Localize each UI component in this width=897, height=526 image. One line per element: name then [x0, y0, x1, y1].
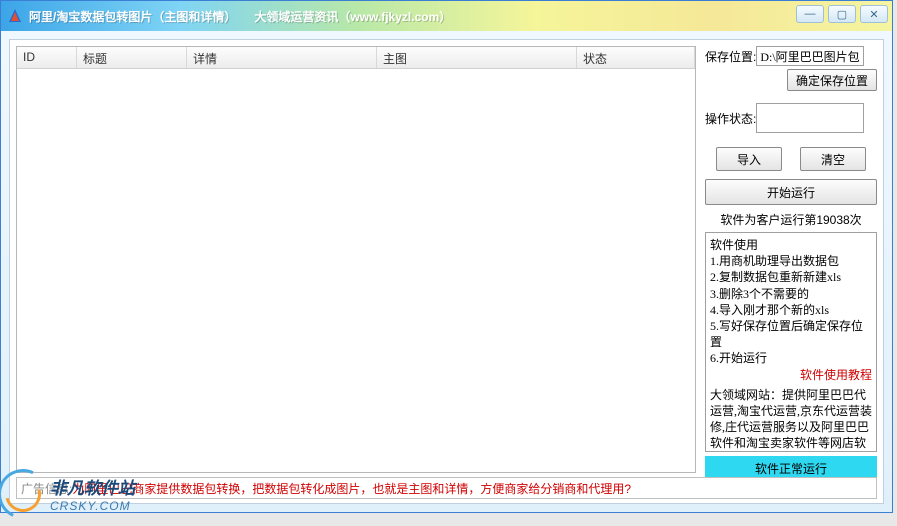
table-header: ID 标题 详情 主图 状态	[17, 47, 695, 69]
app-icon	[7, 8, 23, 24]
tutorial-link[interactable]: 软件使用教程	[710, 367, 872, 383]
run-button[interactable]: 开始运行	[705, 179, 877, 205]
side-panel: 保存位置: 确定保存位置 操作状态: 导入 清空 开始运行 软件为客户运行第19…	[705, 46, 877, 473]
col-title[interactable]: 标题	[77, 47, 187, 68]
footer-ad: 广告信息: 为阿里巴巴商家提供数据包转换，把数据包转化成图片，也就是主图和详情，…	[16, 477, 877, 499]
table-body[interactable]	[17, 69, 695, 472]
confirm-save-button[interactable]: 确定保存位置	[787, 69, 877, 91]
maximize-button[interactable]: ▢	[828, 5, 856, 23]
title-bar[interactable]: 阿里/淘宝数据包转图片（主图和详情） 大领域运营资讯（www.fjkyzl.co…	[1, 1, 892, 31]
action-row: 导入 清空	[705, 147, 877, 171]
window-title: 阿里/淘宝数据包转图片（主图和详情） 大领域运营资讯（www.fjkyzl.co…	[29, 8, 451, 25]
main-area: ID 标题 详情 主图 状态	[16, 46, 696, 473]
import-button[interactable]: 导入	[716, 147, 782, 171]
info-line: 1.用商机助理导出数据包	[710, 253, 872, 269]
clear-button[interactable]: 清空	[800, 147, 866, 171]
op-status-label: 操作状态:	[705, 110, 756, 127]
col-main[interactable]: 主图	[377, 47, 577, 68]
save-path-label: 保存位置:	[705, 48, 756, 65]
run-counter: 软件为客户运行第19038次	[705, 211, 877, 228]
info-title: 软件使用	[710, 237, 872, 253]
info-line: 4.导入刚才那个新的xls	[710, 302, 872, 318]
col-status[interactable]: 状态	[577, 47, 695, 68]
info-line: 5.写好保存位置后确定保存位置	[710, 318, 872, 350]
info-line: 6.开始运行	[710, 350, 872, 366]
close-button[interactable]: ✕	[860, 5, 888, 23]
op-status-row: 操作状态:	[705, 103, 877, 133]
col-id[interactable]: ID	[17, 47, 77, 68]
minimize-button[interactable]: —	[796, 5, 824, 23]
info-body: 大领域网站：提供阿里巴巴代运营,淘宝代运营,京东代运营装修,庄代运营服务以及阿里…	[710, 387, 872, 452]
info-line: 3.删除3个不需要的	[710, 286, 872, 302]
save-path-input[interactable]	[756, 46, 864, 66]
col-detail[interactable]: 详情	[187, 47, 377, 68]
info-line: 2.复制数据包重新新建xls	[710, 269, 872, 285]
info-box: 软件使用 1.用商机助理导出数据包 2.复制数据包重新新建xls 3.删除3个不…	[705, 232, 877, 452]
ad-text: 为阿里巴巴商家提供数据包转换，把数据包转化成图片，也就是主图和详情，方便商家给分…	[72, 480, 631, 497]
data-table: ID 标题 详情 主图 状态	[16, 46, 696, 473]
inner-panel: ID 标题 详情 主图 状态 保存位置: 确定保	[9, 39, 884, 504]
save-path-row: 保存位置:	[705, 46, 877, 66]
ad-label: 广告信息:	[21, 480, 72, 497]
app-window: 阿里/淘宝数据包转图片（主图和详情） 大领域运营资讯（www.fjkyzl.co…	[0, 0, 893, 513]
window-controls: — ▢ ✕	[796, 5, 888, 23]
op-status-box	[756, 103, 864, 133]
client-area: ID 标题 详情 主图 状态 保存位置: 确定保	[1, 31, 892, 512]
